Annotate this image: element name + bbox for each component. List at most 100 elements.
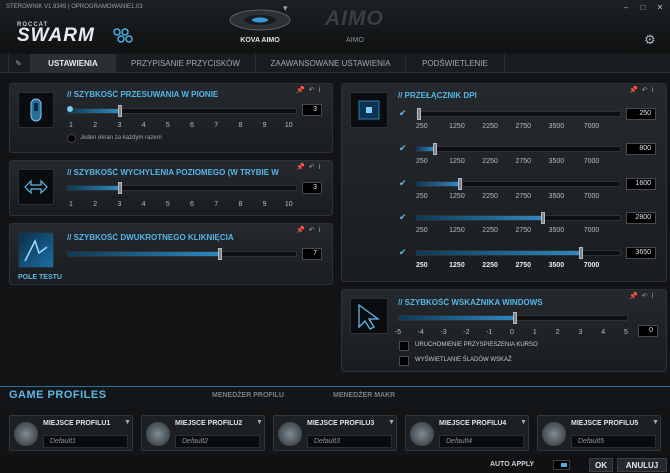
tick: -2 — [463, 329, 470, 336]
tick: 1 — [69, 122, 73, 129]
dpi-value-2[interactable]: 800 — [626, 143, 656, 155]
double-click-slider[interactable] — [67, 248, 297, 260]
slider-knob[interactable] — [579, 247, 584, 259]
tab-profile-manager[interactable]: MENEDŻER PROFILU — [212, 392, 284, 399]
tab-podswietlenie[interactable]: PODŚWIETLENIE — [405, 54, 505, 73]
profile-slot-1[interactable]: MIEJSCE PROFILU1 ▼ Default1 — [9, 415, 133, 451]
chevron-down-icon[interactable]: ▼ — [520, 419, 527, 426]
dpi-tick: 1250 — [449, 262, 465, 269]
slider-fill — [399, 316, 513, 320]
slider-knob[interactable] — [218, 248, 223, 260]
auto-apply-toggle[interactable] — [553, 460, 570, 470]
dpi-tick: 2250 — [482, 123, 498, 130]
dpi-value-3[interactable]: 1600 — [626, 178, 656, 190]
dpi-slider-5[interactable] — [416, 247, 621, 259]
tilt-arrows-icon — [18, 169, 54, 205]
radio-slider[interactable] — [67, 106, 73, 112]
tab-macro-manager[interactable]: MENEDŻER MAKR — [333, 392, 395, 399]
double-click-value[interactable]: 7 — [302, 248, 322, 260]
slider-knob[interactable] — [540, 212, 545, 224]
dpi-scale-4: 250 1250 2250 2750 3500 7000 — [416, 227, 611, 237]
close-button[interactable]: ✕ — [654, 3, 666, 12]
dpi-value-5[interactable]: 3650 — [626, 247, 656, 259]
slider-knob[interactable] — [118, 182, 123, 194]
dpi-tick: 3500 — [548, 262, 565, 269]
test-area-label[interactable]: POLE TESTU — [18, 274, 62, 281]
tab-ustawienia[interactable]: USTAWIENIA — [30, 54, 115, 73]
slider-fill — [417, 147, 434, 151]
device-kova-aimo[interactable]: KOVA AIMO — [215, 37, 305, 44]
slider-knob[interactable] — [433, 143, 438, 155]
vertical-speed-title: // SZYBKOŚĆ PRZESUWANIA W PIONIE — [67, 90, 219, 99]
chevron-down-icon[interactable]: ▼ — [124, 419, 131, 426]
profile-slot-3[interactable]: MIEJSCE PROFILU3 ▼ Default3 — [273, 415, 397, 451]
panel-tool-icons[interactable]: 📌↶ⅰ — [629, 292, 658, 300]
dpi-checkbox-2[interactable]: ✔ — [399, 144, 407, 153]
pointer-arrow-icon — [350, 298, 388, 334]
dpi-slider-4[interactable] — [416, 212, 621, 224]
panel-tool-icons[interactable]: 📌↶ⅰ — [629, 86, 658, 94]
slider-fill — [417, 216, 541, 220]
dpi-tick: 250 — [416, 227, 428, 234]
profile-default-field[interactable]: Default3 — [307, 435, 392, 448]
slider-knob[interactable] — [457, 178, 462, 190]
dpi-slider-2[interactable] — [416, 143, 621, 155]
chevron-down-icon[interactable]: ▼ — [256, 419, 263, 426]
ok-button[interactable]: OK — [589, 458, 613, 472]
slider-knob[interactable] — [417, 108, 421, 120]
dpi-tick: 250 — [416, 158, 428, 165]
dpi-slider-1[interactable] — [416, 108, 621, 120]
pointer-trails-checkbox[interactable] — [399, 356, 409, 366]
tab-przypisanie[interactable]: PRZYPISANIE PRZYCISKÓW — [115, 54, 255, 73]
acceleration-checkbox[interactable] — [399, 341, 409, 351]
maximize-button[interactable]: □ — [637, 3, 649, 12]
profile-default-field[interactable]: Default5 — [571, 435, 656, 448]
tab-zaawansowane[interactable]: ZAAWANSOWANE USTAWIENIA — [255, 54, 405, 73]
panel-tool-icons[interactable]: 📌↶ⅰ — [296, 86, 325, 94]
test-area-image[interactable] — [18, 232, 54, 268]
tick: 3 — [117, 122, 122, 129]
dpi-checkbox-3[interactable]: ✔ — [399, 179, 407, 188]
chevron-down-icon[interactable]: ▼ — [652, 419, 659, 426]
profile-slot-2[interactable]: MIEJSCE PROFILU2 ▼ Default2 — [141, 415, 265, 451]
slider-knob[interactable] — [118, 105, 123, 117]
slider-fill — [417, 182, 458, 186]
profile-name: MIEJSCE PROFILU2 — [175, 420, 243, 427]
dpi-value-4[interactable]: 2800 — [626, 212, 656, 224]
profile-default-field[interactable]: Default1 — [43, 435, 128, 448]
tick: 10 — [284, 201, 293, 208]
profile-default-field[interactable]: Default4 — [439, 435, 524, 448]
slider-fill — [417, 251, 580, 255]
dpi-checkbox-5[interactable]: ✔ — [399, 248, 407, 257]
windows-pointer-value[interactable]: 0 — [638, 325, 658, 337]
chevron-down-icon[interactable]: ▼ — [388, 419, 395, 426]
dpi-value-1[interactable]: 250 — [626, 108, 656, 120]
profile-default-field[interactable]: Default2 — [175, 435, 260, 448]
cancel-button[interactable]: ANULUJ — [617, 458, 667, 472]
profile-slot-4[interactable]: MIEJSCE PROFILU4 ▼ Default4 — [405, 415, 529, 451]
dpi-checkbox-1[interactable]: ✔ — [399, 109, 407, 118]
windows-pointer-panel: // SZYBKOŚĆ WSKAŹNIKA WINDOWS 📌↶ⅰ 0 -5 -… — [341, 289, 667, 372]
vertical-ticks: 1 2 3 4 5 6 7 8 9 10 — [69, 122, 293, 132]
tilt-speed-value[interactable]: 3 — [302, 182, 322, 194]
device-dropdown-icon[interactable]: ▾ — [283, 3, 288, 14]
device-aimo[interactable]: AIMO — [330, 37, 380, 44]
dpi-tick: 3500 — [548, 227, 565, 234]
profile-slot-5[interactable]: MIEJSCE PROFILU5 ▼ Default5 — [537, 415, 661, 451]
dpi-tick: 3500 — [548, 193, 565, 200]
vertical-speed-value[interactable]: 3 — [302, 104, 322, 116]
pin-icon[interactable]: ✎ — [8, 54, 28, 73]
minimize-button[interactable]: – — [620, 3, 632, 12]
panel-tool-icons[interactable]: 📌↶ⅰ — [296, 163, 325, 171]
profile-name: MIEJSCE PROFILU4 — [439, 420, 507, 427]
gear-icon[interactable]: ⚙ — [644, 32, 656, 48]
windows-pointer-slider[interactable] — [398, 312, 628, 324]
dpi-slider-3[interactable] — [416, 178, 621, 190]
slider-knob[interactable] — [513, 312, 517, 324]
vertical-speed-slider[interactable] — [67, 105, 297, 117]
one-screen-radio[interactable] — [67, 134, 76, 143]
dpi-checkbox-4[interactable]: ✔ — [399, 213, 407, 222]
tilt-speed-slider[interactable] — [67, 182, 297, 194]
dpi-tick: 250 — [416, 262, 428, 269]
panel-tool-icons[interactable]: 📌↶ⅰ — [296, 226, 325, 234]
